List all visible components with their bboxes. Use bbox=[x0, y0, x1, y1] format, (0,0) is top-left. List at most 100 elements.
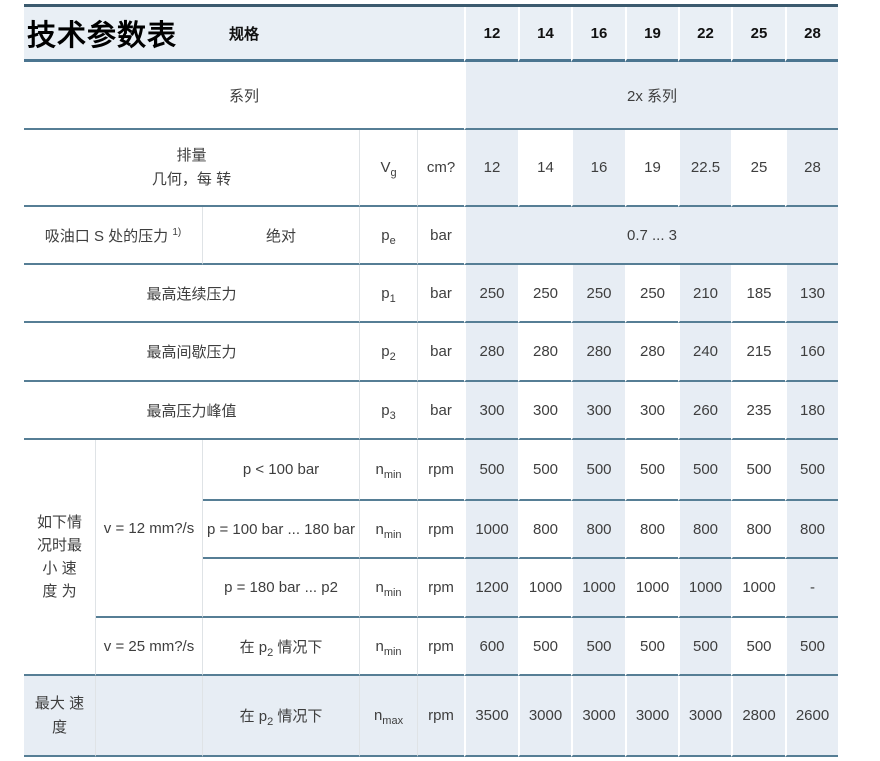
intermittent-pressure-label: 最高间歇压力 bbox=[24, 323, 360, 382]
pressure-value: 280 bbox=[464, 323, 518, 382]
max-speed-spacer bbox=[96, 676, 203, 757]
symbol-p2: p2 bbox=[360, 323, 418, 382]
unit-cm3: cm? bbox=[418, 130, 464, 207]
page-title: 技术参数表 bbox=[24, 7, 203, 62]
max-speed-row: 最大 速 度 在 p2 情况下 nmax rpm 3500 3000 3000 … bbox=[24, 676, 838, 757]
max-speed-value: 3500 bbox=[464, 676, 518, 757]
header-row: 技术参数表 规格 12 14 16 19 22 25 28 bbox=[24, 7, 838, 62]
min-speed-value: 500 bbox=[625, 440, 678, 501]
condition-label: 在 p2 情况下 bbox=[203, 618, 360, 676]
pressure-value: 260 bbox=[678, 382, 731, 440]
min-speed-value: 600 bbox=[464, 618, 518, 676]
min-speed-value: - bbox=[785, 559, 838, 618]
intermittent-pressure-row: 最高间歇压力 p2 bar 280 280 280 280 240 215 16… bbox=[24, 323, 838, 382]
max-speed-value: 3000 bbox=[625, 676, 678, 757]
displacement-value: 12 bbox=[464, 130, 518, 207]
pressure-value: 300 bbox=[464, 382, 518, 440]
min-speed-value: 1000 bbox=[464, 501, 518, 559]
pressure-value: 160 bbox=[785, 323, 838, 382]
pressure-value: 215 bbox=[731, 323, 785, 382]
footnote-marker: 1) bbox=[172, 227, 181, 238]
min-speed-value: 500 bbox=[731, 618, 785, 676]
unit-rpm: rpm bbox=[418, 440, 464, 501]
min-speed-value: 800 bbox=[571, 501, 625, 559]
unit-bar: bar bbox=[418, 207, 464, 265]
condition-label: 在 p2 情况下 bbox=[203, 676, 360, 757]
pressure-value: 250 bbox=[571, 265, 625, 323]
min-speed-value: 800 bbox=[731, 501, 785, 559]
continuous-pressure-label: 最高连续压力 bbox=[24, 265, 360, 323]
max-speed-value: 3000 bbox=[571, 676, 625, 757]
size-header-16: 16 bbox=[571, 7, 625, 62]
pressure-value: 180 bbox=[785, 382, 838, 440]
size-header-22: 22 bbox=[678, 7, 731, 62]
unit-rpm: rpm bbox=[418, 559, 464, 618]
min-speed-value: 1000 bbox=[678, 559, 731, 618]
pressure-value: 130 bbox=[785, 265, 838, 323]
min-speed-value: 500 bbox=[678, 440, 731, 501]
pressure-value: 300 bbox=[518, 382, 571, 440]
unit-bar: bar bbox=[418, 265, 464, 323]
symbol-p3: p3 bbox=[360, 382, 418, 440]
viscosity-12-label: v = 12 mm?/s bbox=[96, 440, 203, 618]
series-label: 系列 bbox=[24, 62, 464, 130]
inlet-mode-label: 绝对 bbox=[203, 207, 360, 265]
unit-rpm: rpm bbox=[418, 618, 464, 676]
pressure-value: 185 bbox=[731, 265, 785, 323]
viscosity-25-label: v = 25 mm?/s bbox=[96, 618, 203, 676]
symbol-vg: Vg bbox=[360, 130, 418, 207]
min-speed-value: 500 bbox=[518, 618, 571, 676]
max-speed-label: 最大 速 度 bbox=[24, 676, 96, 757]
min-speed-row-v25: v = 25 mm?/s 在 p2 情况下 nmin rpm 600 500 5… bbox=[24, 618, 838, 676]
min-speed-group-label: 如下情 况时最 小 速 度 为 bbox=[24, 440, 96, 676]
unit-rpm: rpm bbox=[418, 501, 464, 559]
size-header-12: 12 bbox=[464, 7, 518, 62]
pressure-value: 235 bbox=[731, 382, 785, 440]
inlet-pressure-value: 0.7 ... 3 bbox=[464, 207, 838, 265]
min-speed-value: 800 bbox=[785, 501, 838, 559]
peak-pressure-label: 最高压力峰值 bbox=[24, 382, 360, 440]
min-speed-value: 500 bbox=[785, 618, 838, 676]
continuous-pressure-row: 最高连续压力 p1 bar 250 250 250 250 210 185 13… bbox=[24, 265, 838, 323]
pressure-value: 250 bbox=[464, 265, 518, 323]
spec-label: 规格 bbox=[203, 7, 360, 62]
min-speed-row-1: 如下情 况时最 小 速 度 为 v = 12 mm?/s p < 100 bar… bbox=[24, 440, 838, 501]
symbol-nmin: nmin bbox=[360, 501, 418, 559]
min-speed-value: 800 bbox=[678, 501, 731, 559]
technical-parameters-table: 技术参数表 规格 12 14 16 19 22 25 28 系列 2x 系列 排… bbox=[24, 4, 838, 757]
unit-bar: bar bbox=[418, 382, 464, 440]
min-speed-value: 500 bbox=[571, 440, 625, 501]
symbol-nmin: nmin bbox=[360, 559, 418, 618]
displacement-value: 25 bbox=[731, 130, 785, 207]
displacement-label: 排量 几何，每 转 bbox=[24, 130, 360, 207]
min-speed-value: 1000 bbox=[571, 559, 625, 618]
inlet-pressure-label: 吸油口 S 处的压力 1) bbox=[24, 207, 203, 265]
displacement-value: 14 bbox=[518, 130, 571, 207]
min-speed-value: 500 bbox=[678, 618, 731, 676]
min-speed-value: 800 bbox=[625, 501, 678, 559]
displacement-value: 28 bbox=[785, 130, 838, 207]
displacement-row: 排量 几何，每 转 Vg cm? 12 14 16 19 22.5 25 28 bbox=[24, 130, 838, 207]
min-speed-value: 1000 bbox=[625, 559, 678, 618]
size-header-14: 14 bbox=[518, 7, 571, 62]
max-speed-value: 3000 bbox=[678, 676, 731, 757]
min-speed-value: 800 bbox=[518, 501, 571, 559]
size-header-28: 28 bbox=[785, 7, 838, 62]
max-speed-value: 3000 bbox=[518, 676, 571, 757]
pressure-value: 240 bbox=[678, 323, 731, 382]
series-value: 2x 系列 bbox=[464, 62, 838, 130]
header-spacer bbox=[360, 7, 464, 62]
min-speed-value: 500 bbox=[571, 618, 625, 676]
pressure-value: 210 bbox=[678, 265, 731, 323]
pressure-value: 280 bbox=[571, 323, 625, 382]
pressure-value: 300 bbox=[625, 382, 678, 440]
min-speed-value: 1000 bbox=[731, 559, 785, 618]
pressure-value: 280 bbox=[625, 323, 678, 382]
displacement-value: 22.5 bbox=[678, 130, 731, 207]
condition-label: p < 100 bar bbox=[203, 440, 360, 501]
min-speed-value: 500 bbox=[625, 618, 678, 676]
min-speed-value: 500 bbox=[731, 440, 785, 501]
max-speed-value: 2800 bbox=[731, 676, 785, 757]
min-speed-value: 500 bbox=[518, 440, 571, 501]
symbol-nmin: nmin bbox=[360, 440, 418, 501]
